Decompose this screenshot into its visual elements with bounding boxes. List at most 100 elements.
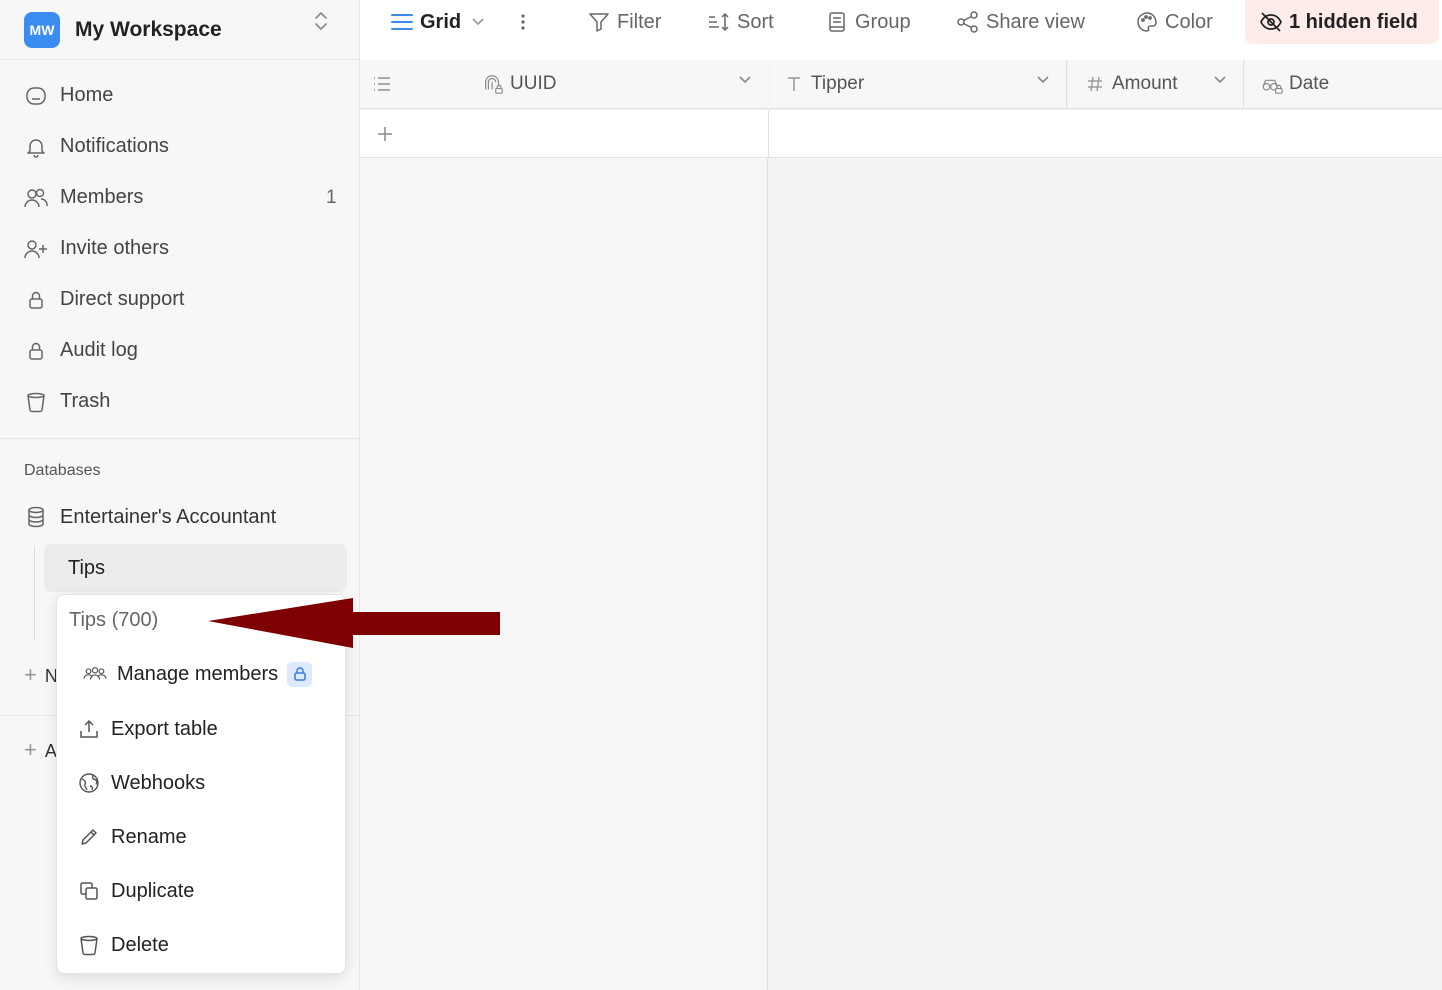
sidebar-item-label: Direct support xyxy=(60,288,185,310)
sidebar-item-members[interactable]: Members 1 xyxy=(0,172,359,223)
plus-icon xyxy=(378,127,392,141)
column-header-uuid[interactable]: UUID xyxy=(460,60,768,109)
sidebar-item-label: Trash xyxy=(60,390,111,412)
databases-heading: Databases xyxy=(24,462,101,479)
rename-menu-item[interactable]: Rename xyxy=(77,819,187,855)
filter-label: Filter xyxy=(617,10,662,33)
sidebar-nav: Home Notifications Members 1 Invite othe… xyxy=(0,70,359,427)
data-grid: UUID Tipper Amount Date xyxy=(360,60,1442,990)
view-toolbar: Grid Filter Sort Group Share view Color xyxy=(360,0,1442,60)
eye-off-icon xyxy=(1259,10,1283,34)
sort-button[interactable]: Sort xyxy=(707,0,774,44)
user-plus-icon xyxy=(24,237,48,261)
members-icon xyxy=(83,662,107,686)
sidebar-item-notifications[interactable]: Notifications xyxy=(0,121,359,172)
add-table-button[interactable]: + N xyxy=(24,662,58,688)
view-more-button[interactable] xyxy=(520,0,540,44)
annotation-arrow xyxy=(208,598,500,648)
workspace-switcher[interactable]: MW My Workspace xyxy=(0,0,359,60)
trash-icon xyxy=(77,933,101,957)
sidebar-item-label: Notifications xyxy=(60,135,169,157)
date-lock-icon xyxy=(1261,73,1283,95)
menu-item-label: Manage members xyxy=(117,662,279,685)
share-icon xyxy=(956,10,980,34)
grid-view-icon xyxy=(390,10,414,34)
chevron-down-icon xyxy=(739,76,751,84)
text-type-icon xyxy=(783,73,805,95)
sidebar-item-label: Invite others xyxy=(60,237,169,259)
palette-icon xyxy=(1135,10,1159,34)
filter-button[interactable]: Filter xyxy=(587,0,661,44)
sidebar-item-direct-support[interactable]: Direct support xyxy=(0,274,359,325)
workspace-avatar: MW xyxy=(24,11,60,48)
more-vertical-icon xyxy=(521,14,525,30)
members-count-badge: 1 xyxy=(326,186,337,208)
column-header-date[interactable]: Date xyxy=(1245,60,1442,109)
bell-icon xyxy=(24,135,48,159)
delete-menu-item[interactable]: Delete xyxy=(77,927,169,963)
column-label: Amount xyxy=(1112,73,1178,94)
menu-item-label: Delete xyxy=(111,933,169,956)
manage-members-menu-item[interactable]: Manage members xyxy=(83,656,313,692)
sidebar-item-trash[interactable]: Trash xyxy=(0,376,359,427)
add-database-button[interactable]: + A xyxy=(24,737,57,763)
export-table-menu-item[interactable]: Export table xyxy=(77,711,218,747)
workspace-name: My Workspace xyxy=(75,17,222,41)
group-icon xyxy=(825,10,849,34)
menu-title: Tips (700) xyxy=(69,609,159,631)
column-label: Tipper xyxy=(811,73,865,94)
chevron-down-icon xyxy=(472,18,484,26)
database-icon xyxy=(24,505,48,529)
sort-label: Sort xyxy=(737,10,774,33)
color-label: Color xyxy=(1165,10,1213,33)
members-icon xyxy=(24,186,48,210)
chevron-up-down-icon xyxy=(315,12,327,30)
share-label: Share view xyxy=(986,10,1085,33)
column-divider xyxy=(768,110,769,158)
hidden-fields-button[interactable]: 1 hidden field xyxy=(1245,0,1439,44)
row-number-header[interactable] xyxy=(360,60,460,109)
duplicate-menu-item[interactable]: Duplicate xyxy=(77,873,194,909)
chevron-down-icon xyxy=(1037,76,1049,84)
sidebar-divider xyxy=(0,438,359,439)
view-switcher-button[interactable]: Grid xyxy=(390,0,485,44)
sidebar-item-table-tips[interactable]: Tips xyxy=(44,544,347,592)
group-label: Group xyxy=(855,10,911,33)
pencil-icon xyxy=(77,825,101,849)
hidden-fields-label: 1 hidden field xyxy=(1289,10,1418,33)
view-label: Grid xyxy=(420,10,462,33)
duplicate-icon xyxy=(77,879,101,903)
column-label: UUID xyxy=(510,73,557,94)
sidebar-item-database[interactable]: Entertainer's Accountant xyxy=(24,500,276,534)
column-header-tipper[interactable]: Tipper xyxy=(769,60,1067,109)
filter-icon xyxy=(587,10,611,34)
sort-icon xyxy=(707,10,731,34)
color-button[interactable]: Color xyxy=(1135,0,1213,44)
column-header-amount[interactable]: Amount xyxy=(1068,60,1244,109)
frozen-columns-area xyxy=(360,60,768,990)
add-row-bar[interactable] xyxy=(360,110,1442,158)
uuid-lock-icon xyxy=(482,73,504,95)
trash-icon xyxy=(24,390,48,414)
chevron-down-icon xyxy=(1214,76,1226,84)
webhooks-menu-item[interactable]: Webhooks xyxy=(77,765,205,801)
menu-item-label: Duplicate xyxy=(111,879,195,902)
lock-icon xyxy=(24,339,48,363)
sidebar-item-audit-log[interactable]: Audit log xyxy=(0,325,359,376)
sidebar-item-home[interactable]: Home xyxy=(0,70,359,121)
sidebar-item-label: Home xyxy=(60,84,114,106)
lock-icon xyxy=(287,661,313,687)
row-list-icon xyxy=(374,77,390,91)
column-label: Date xyxy=(1289,73,1330,94)
group-button[interactable]: Group xyxy=(825,0,911,44)
tree-line xyxy=(34,546,35,641)
sidebar-item-invite-others[interactable]: Invite others xyxy=(0,223,359,274)
upload-icon xyxy=(77,717,101,741)
share-view-button[interactable]: Share view xyxy=(956,0,1085,44)
home-icon xyxy=(24,84,48,108)
menu-item-label: Export table xyxy=(111,717,218,740)
hash-icon xyxy=(1084,73,1106,95)
database-label: Entertainer's Accountant xyxy=(60,505,277,528)
menu-item-label: Rename xyxy=(111,825,187,848)
lock-icon xyxy=(24,288,48,312)
